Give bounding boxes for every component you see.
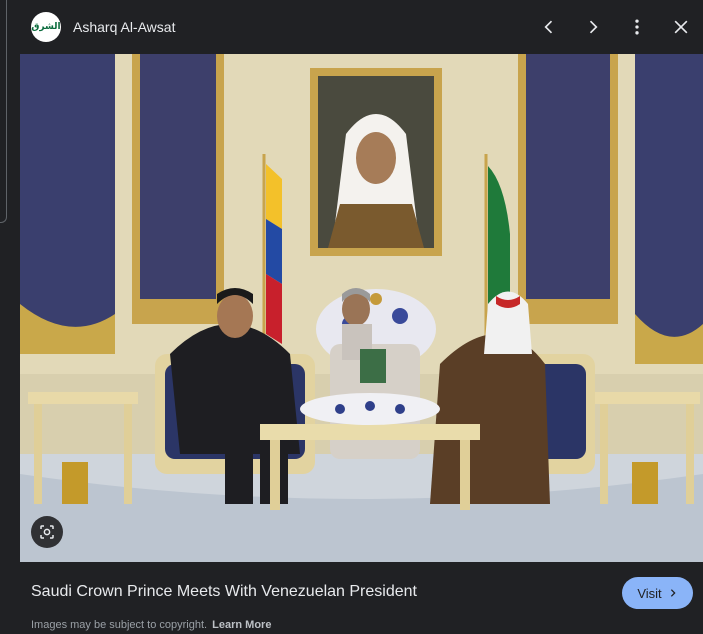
viewer-header: الشرق Asharq Al-Awsat [20, 0, 703, 54]
main-image[interactable] [20, 54, 703, 562]
header-actions [527, 0, 703, 54]
visit-button[interactable]: Visit [622, 577, 693, 609]
previous-button[interactable] [527, 5, 571, 49]
chevron-right-icon [589, 20, 598, 34]
image-title[interactable]: Saudi Crown Prince Meets With Venezuelan… [31, 583, 417, 601]
source-logo[interactable]: الشرق [31, 12, 61, 42]
meeting-photo [20, 54, 703, 562]
more-options-button[interactable] [615, 5, 659, 49]
lens-search-icon [40, 525, 54, 539]
chevron-left-icon [544, 20, 553, 34]
more-vert-icon [635, 19, 639, 35]
visit-label: Visit [637, 585, 662, 601]
chevron-right-icon [670, 589, 676, 597]
copyright-notice: Images may be subject to copyright. Lear… [31, 619, 271, 631]
copyright-text: Images may be subject to copyright. [31, 619, 208, 631]
lens-search-button[interactable] [31, 516, 63, 548]
close-icon [674, 20, 688, 34]
learn-more-link[interactable]: Learn More [212, 619, 271, 631]
source-name[interactable]: Asharq Al-Awsat [73, 19, 175, 35]
close-button[interactable] [659, 5, 703, 49]
side-panel-edge [0, 0, 7, 223]
next-button[interactable] [571, 5, 615, 49]
